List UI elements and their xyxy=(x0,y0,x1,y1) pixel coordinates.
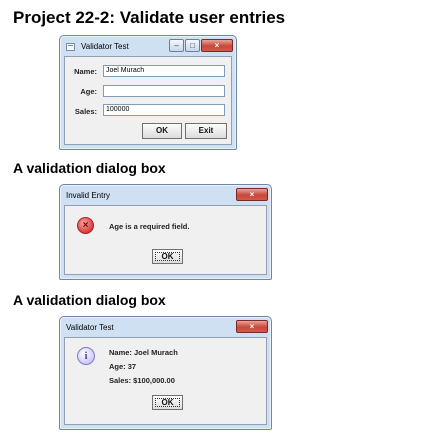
error-dialog: Invalid Entry × × Age is a required fiel… xyxy=(59,184,272,280)
dialog-body: i Name: Joel Murach Age: 37 Sales: $100,… xyxy=(64,337,267,425)
maximize-button[interactable]: □ xyxy=(185,39,200,52)
info-dialog: Validator Test × i Name: Joel Murach Age… xyxy=(59,316,272,430)
ok-button[interactable]: OK xyxy=(142,123,182,139)
name-label: Name: xyxy=(74,67,97,76)
ok-button[interactable]: OK xyxy=(152,249,183,264)
exit-button[interactable]: Exit xyxy=(185,123,227,139)
dialog-title: Validator Test xyxy=(66,323,114,332)
validator-window: Validator Test – □ × Name: Joel Murach A… xyxy=(59,35,237,150)
page-heading-dialog-2: A validation dialog box xyxy=(13,292,166,308)
dialog-body: × Age is a required field. OK xyxy=(64,205,267,275)
window-controls: – □ × xyxy=(168,39,233,52)
name-field[interactable]: Joel Murach xyxy=(103,65,225,77)
close-button[interactable]: × xyxy=(236,188,268,201)
page-heading-dialog-1: A validation dialog box xyxy=(13,160,166,176)
info-line-sales: Sales: $100,000.00 xyxy=(109,376,175,385)
title-bar[interactable]: Invalid Entry × xyxy=(63,188,268,204)
close-button[interactable]: × xyxy=(236,320,268,333)
window-title: Validator Test xyxy=(81,42,129,51)
sales-label: Sales: xyxy=(74,107,97,116)
error-message: Age is a required field. xyxy=(109,222,190,231)
age-field[interactable] xyxy=(103,85,225,97)
minimize-button[interactable]: – xyxy=(169,39,184,52)
title-bar[interactable]: Validator Test – □ × xyxy=(63,39,233,55)
java-app-icon xyxy=(66,43,75,51)
ok-button[interactable]: OK xyxy=(152,395,183,410)
info-icon: i xyxy=(77,347,95,365)
title-bar[interactable]: Validator Test × xyxy=(63,320,268,336)
window-controls: × xyxy=(235,188,268,201)
page-heading-main: Project 22-2: Validate user entries xyxy=(13,8,286,27)
age-label: Age: xyxy=(80,87,97,96)
form-panel: Name: Joel Murach Age: Sales: 100000 OK … xyxy=(64,56,232,145)
dialog-title: Invalid Entry xyxy=(66,191,111,200)
close-button[interactable]: × xyxy=(201,39,233,52)
error-icon: × xyxy=(77,217,94,234)
sales-field[interactable]: 100000 xyxy=(103,104,225,116)
info-line-age: Age: 37 xyxy=(109,362,137,371)
window-controls: × xyxy=(235,320,268,333)
info-line-name: Name: Joel Murach xyxy=(109,348,178,357)
